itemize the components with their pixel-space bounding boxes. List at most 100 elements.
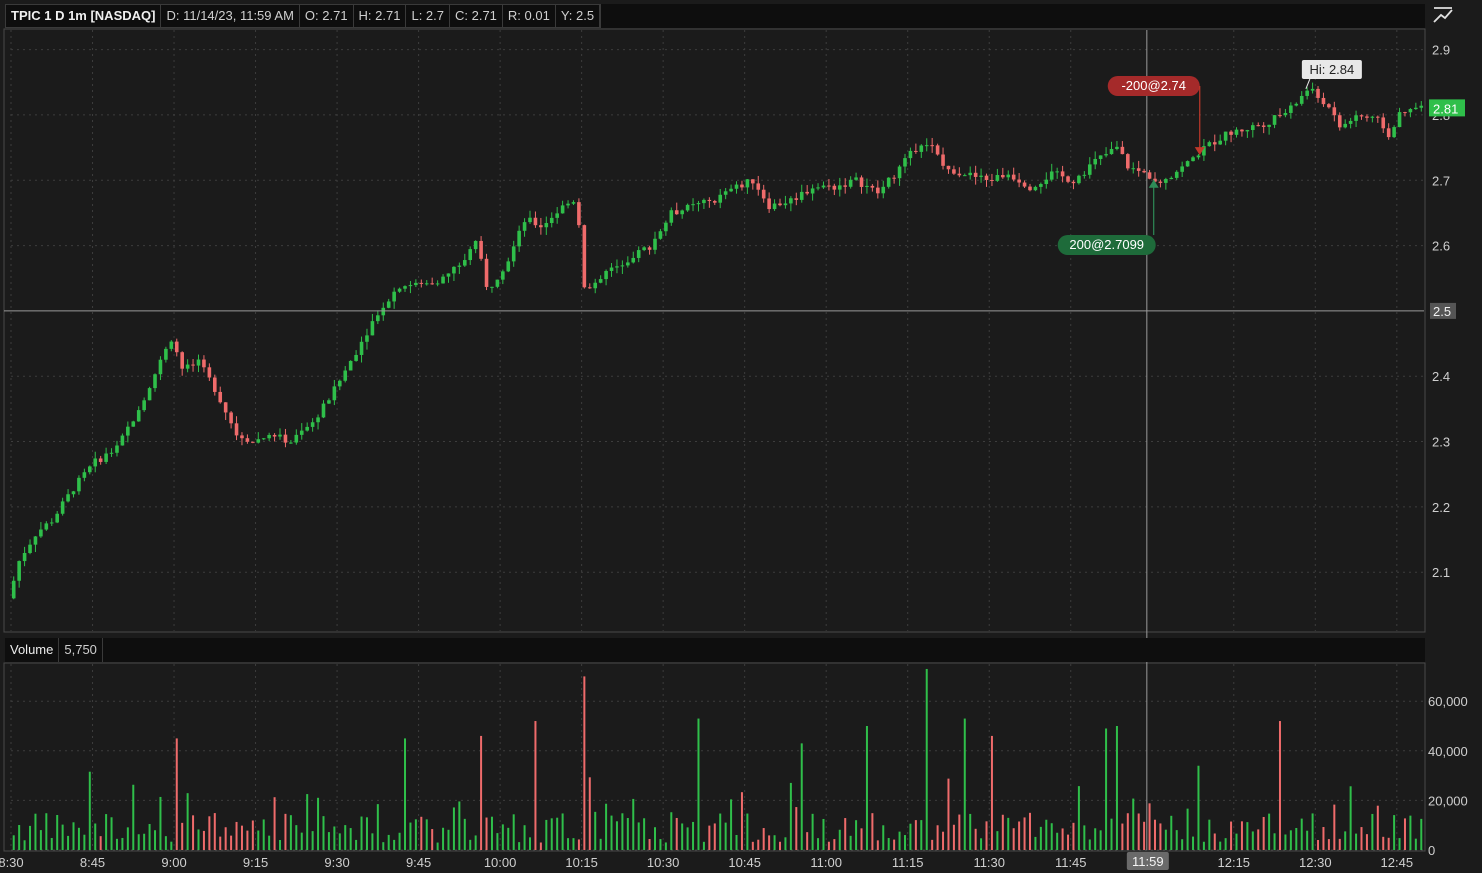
volume-bar xyxy=(1012,828,1015,850)
candle-down xyxy=(479,240,483,259)
candle-down xyxy=(1071,181,1076,184)
candle-down xyxy=(1017,179,1021,183)
volume-bar xyxy=(708,825,711,850)
candle-up xyxy=(718,194,723,203)
volume-bar xyxy=(1284,834,1287,850)
volume-bar xyxy=(512,814,515,850)
volume-bar xyxy=(626,818,629,850)
volume-bar xyxy=(490,816,493,850)
candle-up xyxy=(626,262,630,266)
volume-bar xyxy=(1175,830,1178,850)
candle-up xyxy=(962,175,967,177)
candle-down xyxy=(794,198,799,200)
volume-bar xyxy=(1208,819,1211,850)
candle-down xyxy=(843,185,848,187)
candle-down xyxy=(207,367,212,378)
candle-up xyxy=(631,257,636,263)
volume-bar xyxy=(1251,831,1254,850)
candle-up xyxy=(664,222,668,232)
price-tick-label: 2.9 xyxy=(1432,43,1450,58)
candle-down xyxy=(191,364,195,366)
x-tick-label: 9:45 xyxy=(406,855,431,870)
candle-up xyxy=(1343,123,1347,128)
candle-up xyxy=(1180,166,1184,172)
candle-up xyxy=(1104,154,1108,156)
volume-bar xyxy=(349,828,352,850)
volume-tick-label: 0 xyxy=(1428,843,1435,858)
x-tick-label: 12:45 xyxy=(1381,855,1414,870)
candle-up xyxy=(881,186,886,194)
volume-bar xyxy=(431,829,434,850)
candle-down xyxy=(1376,116,1380,118)
candle-down xyxy=(767,198,771,210)
volume-bar xyxy=(170,841,173,850)
high-label-pointer xyxy=(1305,78,1311,89)
volume-bar xyxy=(295,825,298,850)
volume-bar xyxy=(1387,837,1390,850)
candle-up xyxy=(1207,142,1212,147)
candle-up xyxy=(772,203,777,210)
candle-up xyxy=(604,270,608,280)
volume-bar xyxy=(1365,834,1368,850)
volume-bar xyxy=(1083,825,1086,850)
volume-bar xyxy=(1050,823,1053,850)
volume-bar xyxy=(865,726,868,850)
candle-up xyxy=(1294,103,1299,106)
candle-up xyxy=(376,315,380,322)
candle-up xyxy=(131,421,136,427)
volume-bar xyxy=(181,822,184,850)
candle-up xyxy=(28,544,32,553)
candle-up xyxy=(642,247,646,251)
candle-down xyxy=(229,412,233,424)
volume-bar xyxy=(409,822,412,850)
volume-bar xyxy=(903,835,906,850)
volume-bar xyxy=(197,829,200,850)
candle-up xyxy=(452,266,456,274)
chart-canvas[interactable]: 8:30 8:45 9:00 9:15 9:30 9:45 10:00 10:15 10:30 1… xyxy=(0,0,1482,873)
volume-header-bar: Volume 5,750 xyxy=(5,638,1425,662)
volume-bar xyxy=(39,830,42,850)
candle-up xyxy=(1272,115,1277,125)
volume-bar xyxy=(1077,786,1080,850)
candle-up xyxy=(1196,155,1201,158)
candle-up xyxy=(816,187,820,189)
high-label: Hi: 2.84 xyxy=(1309,62,1354,77)
volume-bar xyxy=(827,841,830,850)
candle-up xyxy=(1174,171,1179,178)
volume-bar xyxy=(88,771,91,850)
candle-up xyxy=(685,204,690,211)
volume-bar xyxy=(1398,838,1401,850)
volume-bar xyxy=(985,821,988,850)
volume-bar xyxy=(882,825,885,850)
candle-up xyxy=(1077,175,1081,184)
volume-bar xyxy=(675,817,678,850)
volume-bar xyxy=(1045,819,1048,850)
symbol-label[interactable]: TPIC 1 D 1m [NASDAQ] xyxy=(6,5,162,27)
volume-title[interactable]: Volume xyxy=(5,638,60,662)
candle-down xyxy=(674,210,679,215)
chart-style-icon[interactable] xyxy=(1432,5,1454,25)
volume-bar xyxy=(154,830,157,850)
candle-up xyxy=(337,380,342,387)
volume-bar xyxy=(121,837,124,850)
volume-bar xyxy=(1300,818,1303,850)
volume-bar xyxy=(942,831,945,850)
volume-bar xyxy=(34,813,37,850)
candle-up xyxy=(267,434,271,439)
volume-bar xyxy=(1240,821,1243,850)
candle-down xyxy=(218,391,223,403)
candle-up xyxy=(995,175,1000,181)
volume-bar xyxy=(876,840,879,850)
volume-bar xyxy=(762,828,765,850)
candle-down xyxy=(935,145,940,155)
volume-bar xyxy=(436,842,439,850)
volume-bar xyxy=(1333,804,1336,850)
volume-bar xyxy=(251,820,254,850)
volume-bar xyxy=(1355,833,1358,850)
volume-bar xyxy=(77,827,80,850)
volume-bar xyxy=(1262,816,1265,850)
candle-down xyxy=(756,183,761,190)
candle-down xyxy=(1381,117,1386,129)
volume-bar xyxy=(110,817,113,850)
candle-up xyxy=(1283,112,1288,116)
